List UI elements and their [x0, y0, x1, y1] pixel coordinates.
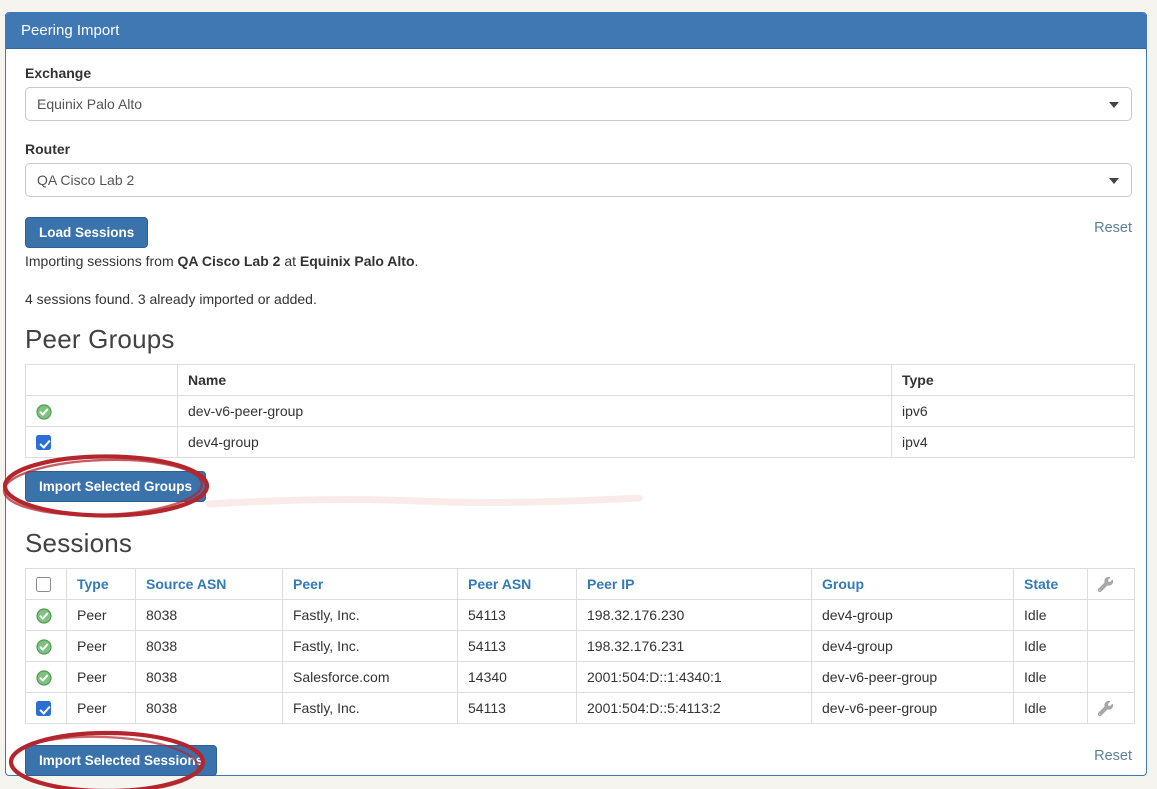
reset-link-bottom[interactable]: Reset [1094, 748, 1132, 764]
exchange-select-value: Equinix Palo Alto [37, 96, 142, 112]
session-source-asn: 8038 [136, 693, 283, 724]
exchange-label: Exchange [25, 65, 1132, 81]
session-source-asn: 8038 [136, 662, 283, 693]
import-selected-groups-button[interactable]: Import Selected Groups [25, 471, 206, 502]
caret-down-icon [1109, 102, 1119, 108]
session-peer: Fastly, Inc. [283, 631, 458, 662]
imported-check-icon [36, 670, 52, 686]
peer-group-name: dev-v6-peer-group [178, 396, 892, 427]
sessions-table: Type Source ASN Peer Peer ASN Peer IP Gr… [25, 568, 1135, 724]
peer-groups-heading: Peer Groups [25, 324, 1132, 355]
wrench-icon[interactable] [1098, 701, 1113, 716]
session-peer-ip: 2001:504:D::5:4113:2 [577, 693, 812, 724]
peer-group-name: dev4-group [178, 427, 892, 458]
importing-router-name: QA Cisco Lab 2 [178, 253, 281, 269]
importing-exchange-name: Equinix Palo Alto [300, 253, 415, 269]
peer-group-type: ipv6 [892, 396, 1135, 427]
session-row: Peer 8038 Fastly, Inc. 54113 198.32.176.… [26, 631, 1135, 662]
sessions-state-header: State [1014, 569, 1088, 600]
peer-groups-table: Name Type dev-v6-peer-group ipv6 [25, 364, 1135, 458]
peer-groups-name-header: Name [178, 365, 892, 396]
session-peer: Fastly, Inc. [283, 600, 458, 631]
session-peer-asn: 54113 [458, 693, 577, 724]
select-all-checkbox[interactable] [36, 577, 51, 592]
session-state: Idle [1014, 631, 1088, 662]
session-row: Peer 8038 Fastly, Inc. 54113 2001:504:D:… [26, 693, 1135, 724]
peer-group-row: dev4-group ipv4 [26, 427, 1135, 458]
peering-import-panel: Peering Import Exchange Equinix Palo Alt… [5, 12, 1147, 776]
peer-group-type: ipv4 [892, 427, 1135, 458]
peer-groups-status-header [26, 365, 178, 396]
session-state: Idle [1014, 693, 1088, 724]
sessions-group-header: Group [812, 569, 1014, 600]
sessions-peer-asn-header: Peer ASN [458, 569, 577, 600]
caret-down-icon [1109, 178, 1119, 184]
router-select[interactable]: QA Cisco Lab 2 [25, 163, 1132, 197]
exchange-select[interactable]: Equinix Palo Alto [25, 87, 1132, 121]
peer-groups-type-header: Type [892, 365, 1135, 396]
session-group: dev4-group [812, 631, 1014, 662]
peering-import-page: Peering Import Exchange Equinix Palo Alt… [0, 0, 1157, 789]
session-source-asn: 8038 [136, 600, 283, 631]
peer-group-row: dev-v6-peer-group ipv6 [26, 396, 1135, 427]
session-type: Peer [67, 631, 136, 662]
router-label: Router [25, 141, 1132, 157]
sessions-peer-ip-header: Peer IP [577, 569, 812, 600]
imported-check-icon [36, 639, 52, 655]
session-type: Peer [67, 662, 136, 693]
session-peer-asn: 54113 [458, 631, 577, 662]
sessions-summary-text: 4 sessions found. 3 already imported or … [25, 291, 1132, 307]
session-row: Peer 8038 Salesforce.com 14340 2001:504:… [26, 662, 1135, 693]
session-state: Idle [1014, 662, 1088, 693]
session-peer-ip: 198.32.176.230 [577, 600, 812, 631]
sessions-source-asn-header: Source ASN [136, 569, 283, 600]
session-type: Peer [67, 600, 136, 631]
session-group: dev-v6-peer-group [812, 662, 1014, 693]
session-group: dev4-group [812, 600, 1014, 631]
panel-body: Exchange Equinix Palo Alto Router QA Cis… [6, 49, 1146, 788]
session-peer-asn: 14340 [458, 662, 577, 693]
session-peer-ip: 198.32.176.231 [577, 631, 812, 662]
sessions-type-header: Type [67, 569, 136, 600]
wrench-icon[interactable] [1098, 577, 1113, 592]
router-select-value: QA Cisco Lab 2 [37, 172, 134, 188]
session-peer-ip: 2001:504:D::1:4340:1 [577, 662, 812, 693]
session-peer: Fastly, Inc. [283, 693, 458, 724]
importing-status-text: Importing sessions from QA Cisco Lab 2 a… [25, 253, 1132, 269]
session-source-asn: 8038 [136, 631, 283, 662]
sessions-header-row: Type Source ASN Peer Peer ASN Peer IP Gr… [26, 569, 1135, 600]
sessions-heading: Sessions [25, 528, 1132, 559]
load-sessions-button[interactable]: Load Sessions [25, 217, 148, 248]
panel-title: Peering Import [6, 13, 1146, 49]
session-peer-asn: 54113 [458, 600, 577, 631]
import-selected-sessions-button[interactable]: Import Selected Sessions [25, 745, 217, 776]
session-type: Peer [67, 693, 136, 724]
peer-group-checkbox[interactable] [36, 435, 51, 450]
reset-link-top[interactable]: Reset [1094, 220, 1132, 236]
session-checkbox[interactable] [36, 701, 51, 716]
session-peer: Salesforce.com [283, 662, 458, 693]
session-state: Idle [1014, 600, 1088, 631]
imported-check-icon [36, 608, 52, 624]
session-group: dev-v6-peer-group [812, 693, 1014, 724]
imported-check-icon [36, 404, 52, 420]
sessions-peer-header: Peer [283, 569, 458, 600]
peer-groups-header-row: Name Type [26, 365, 1135, 396]
session-row: Peer 8038 Fastly, Inc. 54113 198.32.176.… [26, 600, 1135, 631]
